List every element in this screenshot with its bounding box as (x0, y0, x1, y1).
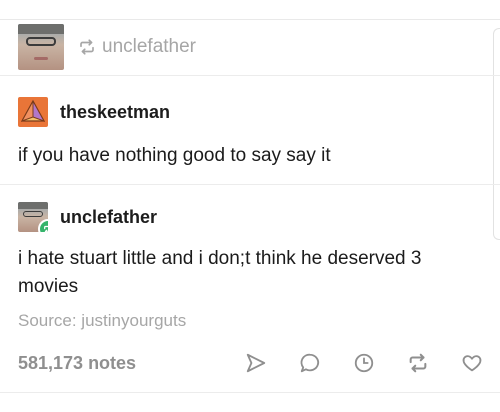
reblog-username[interactable]: unclefather (60, 207, 157, 228)
reblog-badge-icon (38, 219, 48, 232)
like-icon[interactable] (460, 351, 484, 375)
avatar-glasses (23, 211, 43, 217)
avatar-hair (18, 202, 48, 209)
reblogger-avatar[interactable] (18, 24, 64, 70)
avatar-glasses (26, 37, 56, 46)
reblog-icon[interactable] (406, 351, 430, 375)
original-text: if you have nothing good to say say it (18, 145, 331, 166)
avatar-hair (18, 24, 64, 34)
share-icon[interactable] (244, 351, 268, 375)
reblog-avatar[interactable] (18, 202, 48, 232)
avatar-mouth (34, 57, 48, 60)
action-bar (214, 348, 484, 378)
post-header: unclefather (18, 24, 196, 70)
reblog-text: i hate stuart little and i don;t think h… (18, 248, 422, 297)
reply-icon[interactable] (298, 351, 322, 375)
bottom-divider (0, 392, 500, 393)
scroll-edge[interactable] (493, 28, 500, 240)
reblogger-name[interactable]: unclefather (102, 36, 196, 58)
header-divider (0, 75, 500, 76)
reblog-icon (80, 39, 94, 55)
content-divider (0, 184, 500, 185)
top-divider (0, 19, 500, 20)
reblog-poster[interactable]: unclefather (18, 202, 157, 232)
pyramid-avatar[interactable] (18, 97, 48, 127)
original-username[interactable]: theskeetman (60, 102, 170, 123)
original-poster[interactable]: theskeetman (18, 97, 170, 127)
source-link[interactable]: Source: justinyourguts (18, 311, 186, 331)
reblog-attribution[interactable]: unclefather (78, 36, 196, 58)
notes-count[interactable]: 581,173 notes (18, 353, 136, 374)
post-footer: 581,173 notes (18, 348, 484, 378)
history-icon[interactable] (352, 351, 376, 375)
pyramid-icon (20, 99, 46, 122)
